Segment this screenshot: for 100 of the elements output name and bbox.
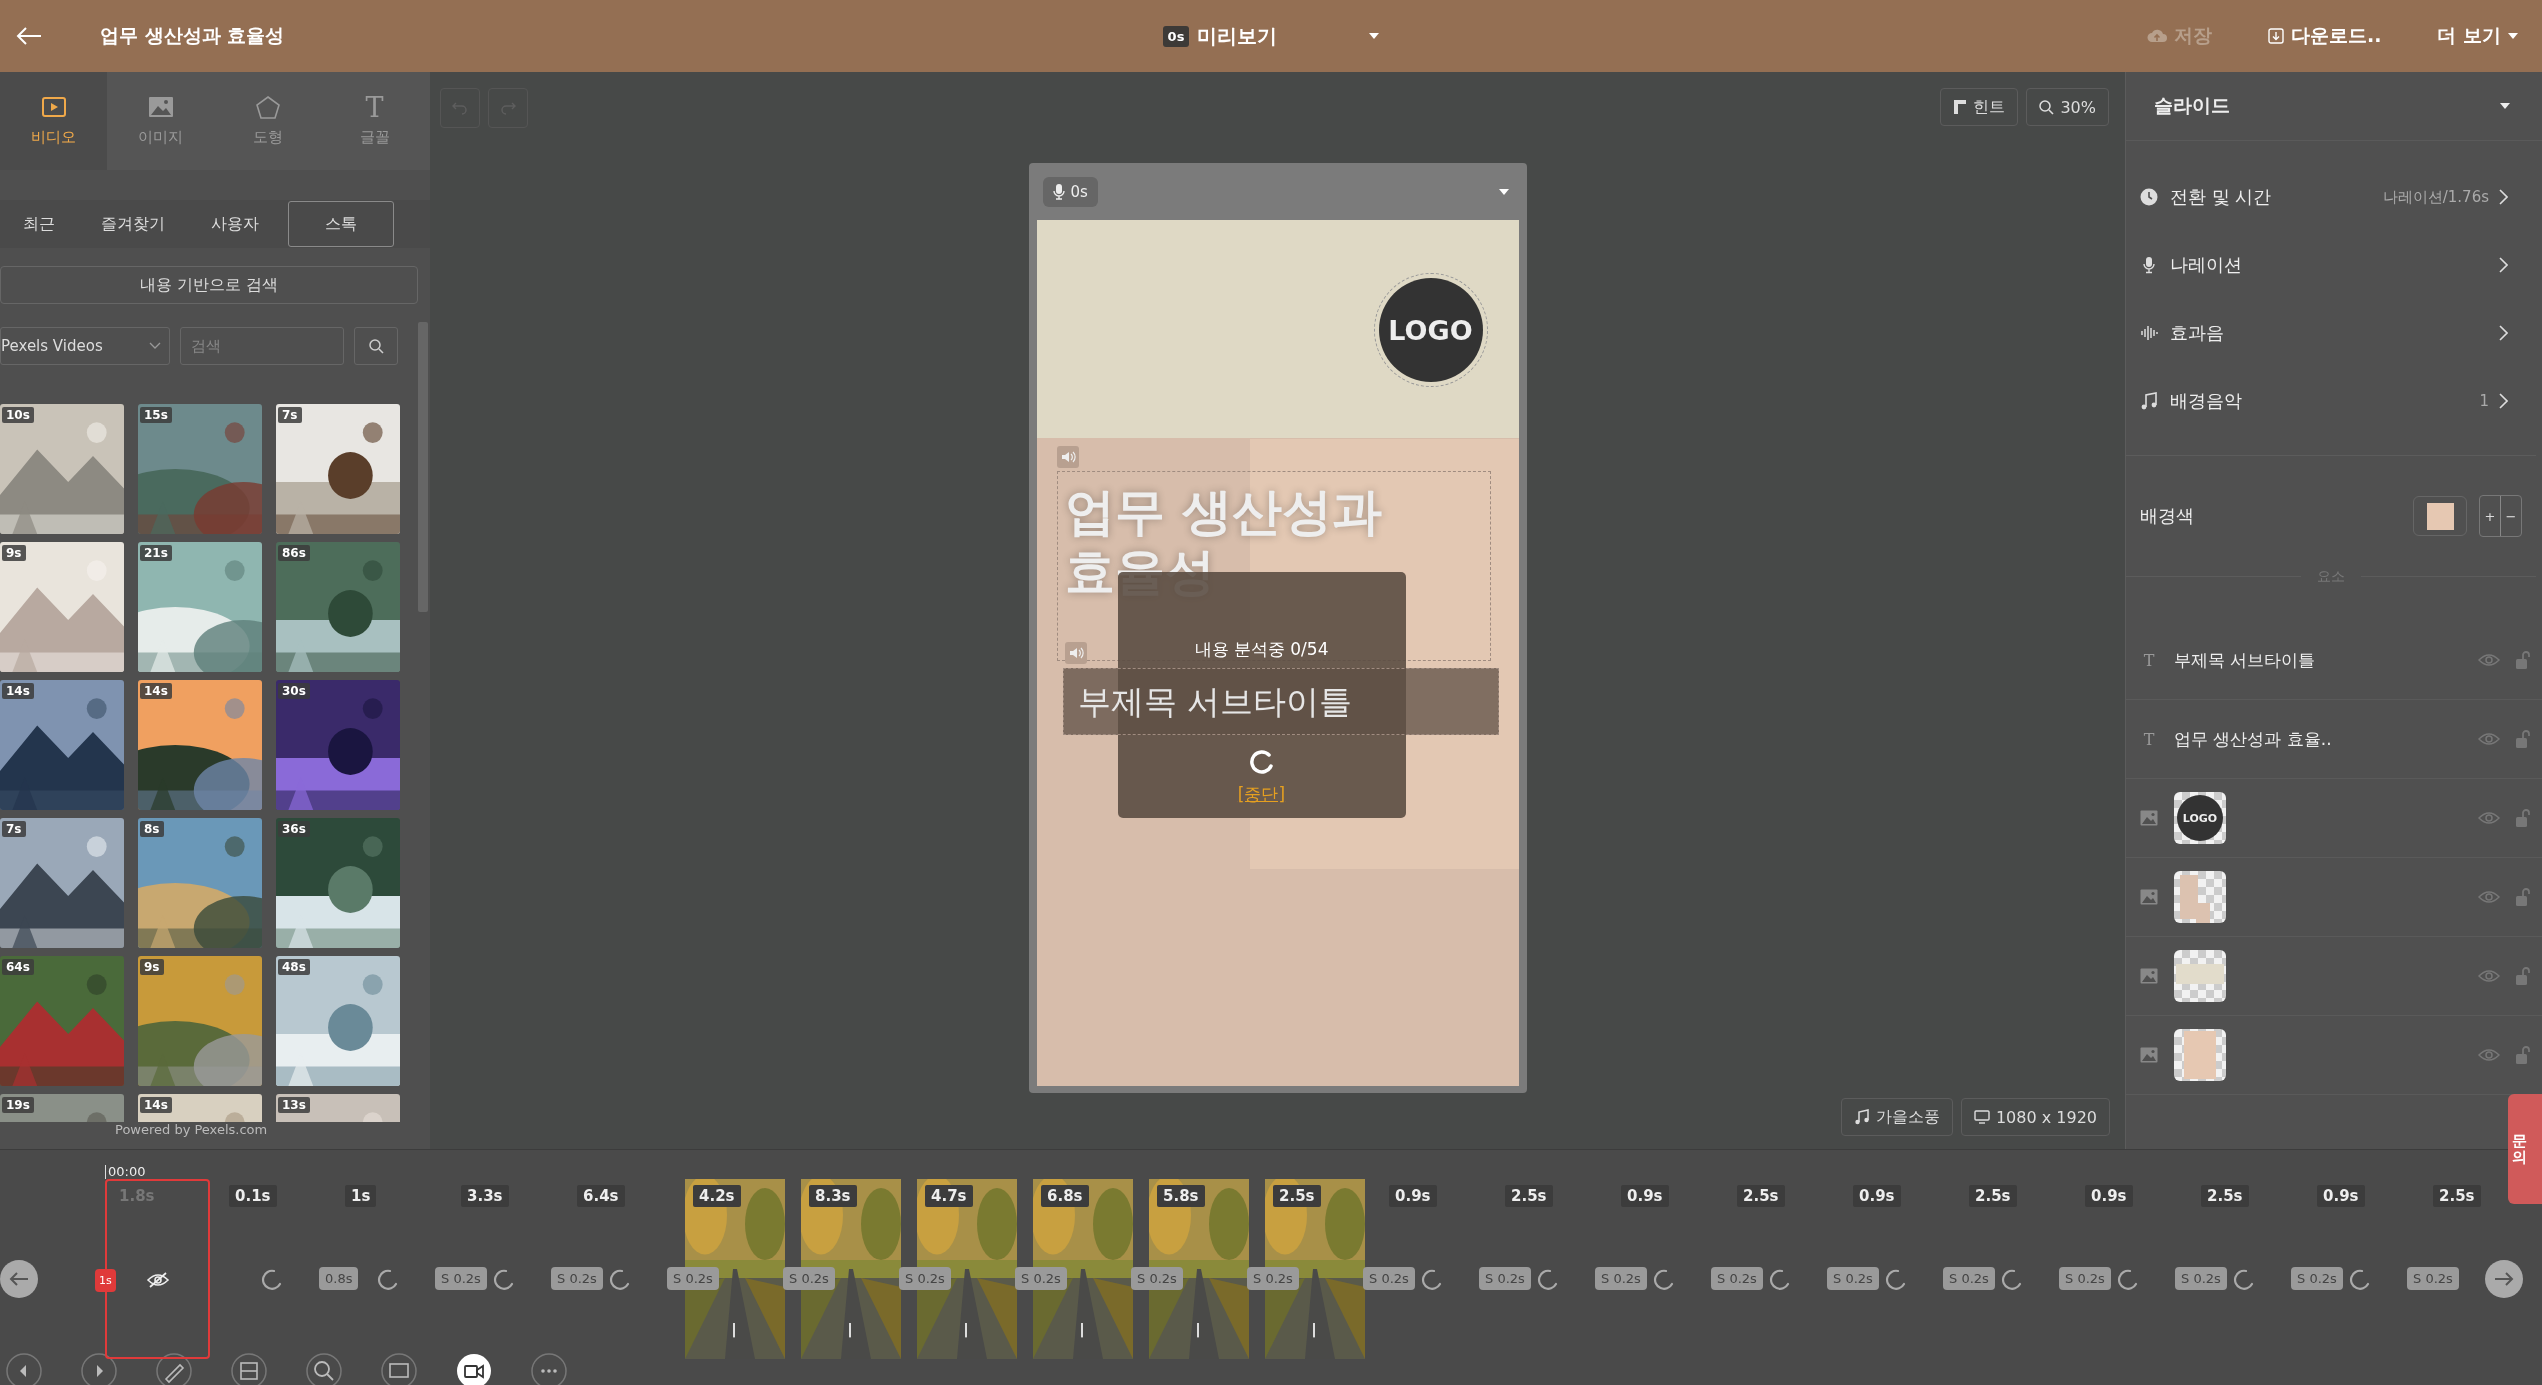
duration-label: 4.2s [693, 1185, 741, 1207]
media-tab[interactable]: 도형 [214, 72, 321, 170]
search-icon [2039, 99, 2055, 115]
duration-label: 6.8s [1041, 1185, 1089, 1207]
credit-text: Powered by Pexels.com [114, 1122, 269, 1137]
transition-badge[interactable]: S 0.2s [1131, 1267, 1183, 1290]
video-camera-icon[interactable] [456, 1353, 492, 1385]
add-button[interactable]: + [2480, 496, 2500, 536]
transition-badge[interactable]: S 0.2s [2059, 1267, 2111, 1290]
caret-icon [2500, 103, 2510, 109]
screen-icon[interactable] [381, 1353, 417, 1385]
settings-row[interactable]: 나레이션 [2126, 231, 2536, 299]
slide-subtitle: 부제목 서브타이틀 [1062, 668, 1499, 735]
pencil-icon[interactable] [156, 1353, 192, 1385]
narration-button[interactable]: 0s [1042, 176, 1098, 207]
preview-button[interactable]: 0s 미리보기 [1162, 22, 1380, 50]
duration-label: 2.5s [1505, 1185, 1553, 1207]
progress-message: 내용 분석중 0/54 [1194, 638, 1329, 661]
caret-icon[interactable] [1498, 188, 1509, 195]
transition-badge[interactable]: S 0.2s [1827, 1267, 1879, 1290]
text-layer-icon: T [2140, 650, 2158, 670]
timecode: 00:00 [105, 1165, 146, 1179]
duration-label: 2.5s [1969, 1185, 2017, 1207]
media-tab[interactable]: 비디오 [0, 72, 107, 170]
settings-row[interactable]: 배경음악 1 [2126, 367, 2536, 435]
resolution-button[interactable]: 1080 x 1920 [1960, 1098, 2110, 1136]
transition-badge[interactable]: S 0.2s [1595, 1267, 1647, 1290]
hidden-eye-icon[interactable] [147, 1271, 169, 1289]
color-picker-button[interactable] [2413, 496, 2467, 536]
scroll-left-icon[interactable] [0, 1260, 38, 1298]
music-button[interactable]: 가을소풍 [1840, 1098, 1953, 1136]
previous-icon[interactable] [6, 1353, 42, 1385]
cancel-link[interactable]: [중단] [1237, 783, 1286, 806]
panel-title: 슬라이드 [2154, 93, 2230, 118]
play-icon[interactable] [81, 1353, 117, 1385]
back-arrow-icon[interactable] [16, 27, 42, 45]
duration-badge: 14s [2, 683, 34, 699]
transition-badge[interactable]: S 0.2s [2291, 1267, 2343, 1290]
duration-badge: 9s [140, 959, 164, 975]
layer-thumbnail: LOGO [2174, 792, 2226, 844]
provider-dropdown[interactable]: Pexels Videos [0, 327, 170, 365]
source-tab[interactable]: 최근 [0, 201, 78, 247]
duration-badge: 21s [140, 545, 172, 561]
search-button[interactable] [354, 327, 398, 365]
transition-badge[interactable]: S 0.2s [551, 1267, 603, 1290]
video-icon [40, 95, 67, 120]
hint-button[interactable]: 힌트 [1940, 88, 2019, 126]
duration-badge: 30s [278, 683, 310, 699]
speaker-icon[interactable] [1056, 446, 1079, 468]
media-tab[interactable]: T 글꼴 [321, 72, 428, 170]
transition-badge[interactable]: S 0.2s [1247, 1267, 1299, 1290]
transition-badge[interactable]: S 0.2s [435, 1267, 487, 1290]
layer-thumbnail [2174, 950, 2226, 1002]
text-layer-icon: T [2140, 729, 2158, 749]
transition-badge[interactable]: S 0.2s [899, 1267, 951, 1290]
duration-badge: 19s [2, 1097, 34, 1113]
transition-badge[interactable]: S 0.2s [2175, 1267, 2227, 1290]
field-label: 배경색 [2140, 504, 2195, 528]
caret-icon [2508, 33, 2518, 39]
transition-badge[interactable]: S 0.2s [667, 1267, 719, 1290]
settings-row[interactable]: 효과음 [2126, 299, 2536, 367]
transition-badge[interactable]: S 0.2s [1711, 1267, 1763, 1290]
chevron-down-icon [149, 342, 161, 350]
speaker-icon[interactable] [1064, 642, 1087, 664]
download-button[interactable]: 다운로드.. [2267, 23, 2382, 49]
transition-badge[interactable]: S 0.2s [783, 1267, 835, 1290]
zoom-button[interactable]: 30% [2026, 88, 2109, 126]
settings-row[interactable]: 전환 및 시간 나레이션/1.76s [2126, 163, 2536, 231]
transition-badge[interactable]: 0.8s [319, 1267, 359, 1290]
more-menu-button[interactable]: 더 보기 [2437, 23, 2518, 49]
transition-badge[interactable]: S 0.2s [1479, 1267, 1531, 1290]
duration-label: 6.4s [577, 1185, 625, 1207]
monitor-icon [1973, 1110, 1990, 1124]
layer-thumbnail [2174, 1029, 2226, 1081]
narration-badge: 1s [95, 1269, 116, 1292]
duration-badge: 8s [140, 821, 164, 837]
search-field[interactable]: 검색 [180, 327, 344, 365]
download-icon [2267, 28, 2284, 44]
duration-badge: 14s [140, 1097, 172, 1113]
source-tab[interactable]: 사용자 [188, 201, 282, 247]
transition-badge[interactable]: S 0.2s [2407, 1267, 2459, 1290]
source-tab[interactable]: 즐겨찾기 [78, 201, 188, 247]
transition-badge[interactable]: S 0.2s [1363, 1267, 1415, 1290]
duration-label: 4.7s [925, 1185, 973, 1207]
help-tab[interactable]: 문의 [2508, 1094, 2542, 1204]
caret-icon [1369, 33, 1380, 39]
transition-badge[interactable]: S 0.2s [1015, 1267, 1067, 1290]
music-note-icon [2140, 392, 2158, 410]
layout-icon[interactable] [231, 1353, 267, 1385]
transition-badge[interactable]: S 0.2s [1943, 1267, 1995, 1290]
chevron-right-icon [2499, 393, 2508, 409]
scroll-right-icon[interactable] [2485, 1260, 2523, 1298]
more-icon[interactable] [531, 1353, 567, 1385]
search-icon[interactable] [306, 1353, 342, 1385]
duration-badge: 48s [278, 959, 310, 975]
media-tab[interactable]: 이미지 [107, 72, 214, 170]
remove-button[interactable]: − [2500, 496, 2521, 536]
source-tab[interactable]: 스톡 [288, 201, 394, 247]
content-search-button[interactable]: 내용 기반으로 검색 [0, 266, 418, 304]
duration-badge: 86s [278, 545, 310, 561]
